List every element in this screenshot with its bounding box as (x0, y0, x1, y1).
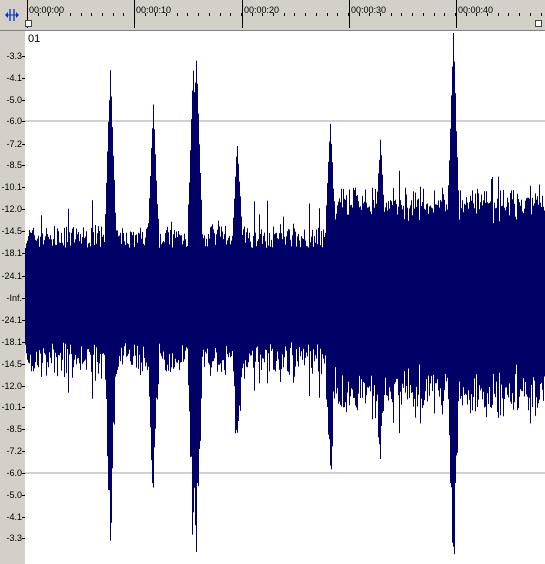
ruler-minor-tick (294, 13, 295, 16)
scale-label: -6.0 (6, 468, 22, 478)
scale-label: -5.0 (6, 95, 22, 105)
ruler-minor-tick (541, 13, 542, 16)
time-label: 00:00:00 (29, 5, 65, 15)
scale-label: -10.1 (1, 402, 22, 412)
time-ruler[interactable]: 00:00:00 00:00:10 00:00:20 00:00:30 00:0… (0, 0, 545, 31)
time-label: 00:00:20 (244, 5, 280, 15)
track-label: 01 (28, 33, 41, 45)
scale-label: -18.1 (1, 248, 22, 258)
time-label: 00:00:30 (351, 5, 387, 15)
scale-label: -12.0 (1, 204, 22, 214)
scale-label: -14.5 (1, 359, 22, 369)
ruler-minor-tick (241, 13, 242, 16)
waveform (25, 33, 545, 555)
ruler-minor-tick (102, 13, 103, 16)
end-marker-icon[interactable] (535, 20, 542, 27)
ruler-minor-tick (508, 13, 509, 16)
amplitude-scale: -3.3 -4.1 -5.0 -6.0 -7.2 -8.5 -10.1 -12.0 -14.5 -… (0, 31, 26, 564)
ruler-minor-tick (455, 13, 456, 16)
scale-label: -3.3 (6, 533, 22, 543)
ruler-minor-tick (187, 13, 188, 16)
scale-label: -7.2 (6, 139, 22, 149)
ruler-corner (0, 0, 25, 30)
time-label: 00:00:10 (136, 5, 172, 15)
ruler-major-tick (242, 0, 243, 28)
ruler-minor-tick (434, 13, 435, 16)
scale-label: -10.1 (1, 182, 22, 192)
ruler-minor-tick (316, 13, 317, 16)
time-label: 00:00:40 (458, 5, 494, 15)
ruler-major-tick (456, 0, 457, 28)
scale-label: -4.1 (6, 512, 22, 522)
ruler-minor-tick (423, 13, 424, 16)
scale-label: -7.2 (6, 446, 22, 456)
ruler-minor-tick (198, 13, 199, 16)
ruler-minor-tick (401, 13, 402, 16)
start-marker-icon[interactable] (25, 20, 32, 27)
scale-label: -12.0 (1, 381, 22, 391)
ruler-minor-tick (327, 13, 328, 16)
ruler-minor-tick (230, 13, 231, 16)
ruler-minor-tick (27, 13, 28, 16)
ruler-minor-tick (348, 13, 349, 16)
ruler-minor-tick (81, 13, 82, 16)
ruler-minor-tick (519, 13, 520, 16)
scale-label: -24.1 (1, 271, 22, 281)
scale-label: -Inf. (6, 293, 22, 303)
ruler-minor-tick (284, 13, 285, 16)
ruler-minor-tick (530, 13, 531, 16)
ruler-minor-tick (444, 13, 445, 16)
scale-label: -4.1 (6, 73, 22, 83)
ruler-minor-tick (209, 13, 210, 16)
ruler-minor-tick (498, 13, 499, 16)
scale-label: -3.3 (6, 51, 22, 61)
waveform-core (25, 260, 545, 336)
ruler-minor-tick (177, 13, 178, 16)
scale-label: -8.5 (6, 160, 22, 170)
ruler-minor-tick (91, 13, 92, 16)
scale-label: -14.5 (1, 226, 22, 236)
ruler-minor-tick (305, 13, 306, 16)
ruler-minor-tick (337, 13, 338, 16)
ruler-minor-tick (113, 13, 114, 16)
waveform-track[interactable]: 01 (25, 31, 545, 564)
scale-label: -24.1 (1, 315, 22, 325)
ruler-minor-tick (70, 13, 71, 16)
scale-label: -6.0 (6, 116, 22, 126)
scale-label: -5.0 (6, 490, 22, 500)
scale-label: -8.5 (6, 424, 22, 434)
ruler-minor-tick (134, 13, 135, 16)
ruler-minor-tick (220, 13, 221, 16)
ruler-minor-tick (123, 13, 124, 16)
ruler-minor-tick (391, 13, 392, 16)
scale-label: -18.1 (1, 337, 22, 347)
ruler-minor-tick (412, 13, 413, 16)
zoom-tool-icon[interactable] (4, 8, 20, 22)
ruler-major-tick (349, 0, 350, 28)
